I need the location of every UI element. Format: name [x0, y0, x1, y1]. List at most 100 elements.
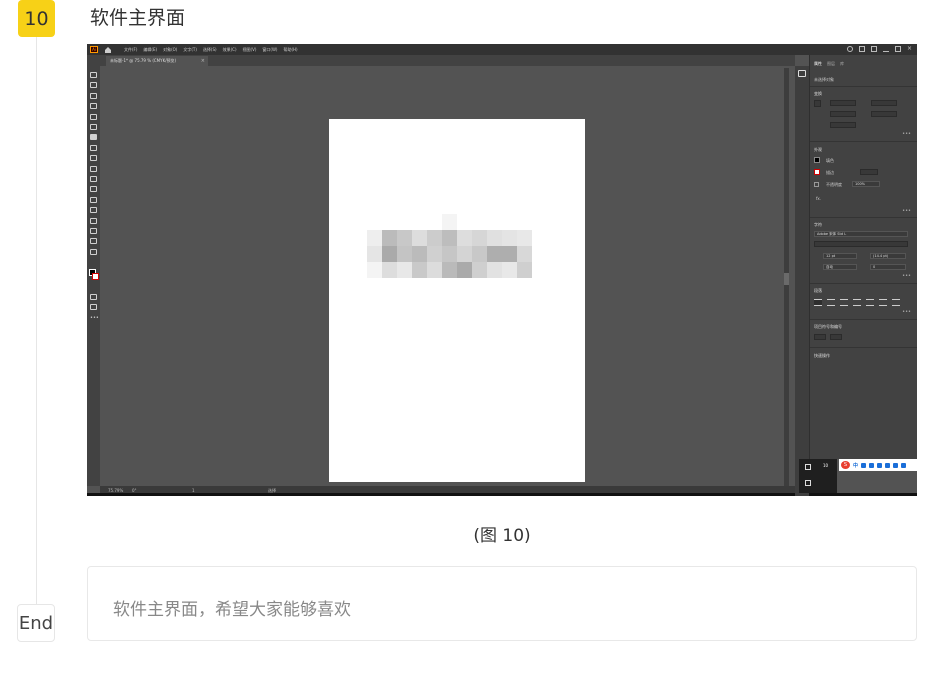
keyboard-icon[interactable] — [877, 462, 883, 468]
search-icon[interactable] — [847, 46, 853, 52]
numbering-icon[interactable] — [830, 334, 842, 340]
tab-properties[interactable]: 属性 — [814, 61, 822, 70]
tab-layers[interactable]: 图层 — [827, 61, 835, 70]
ime-toolbar: S 中 — [839, 459, 917, 471]
document-tabbar: 未标题-1* @ 75.79 % (CMYK/预览) × — [87, 55, 795, 66]
justify-right-icon[interactable] — [879, 299, 887, 306]
opacity-field[interactable]: 100% — [852, 181, 880, 187]
kerning-field[interactable]: 自动 — [823, 264, 857, 270]
menu-object[interactable]: 对象(O) — [163, 47, 177, 53]
draw-mode-icon[interactable] — [90, 294, 97, 300]
y-field[interactable] — [830, 111, 856, 117]
step-number-badge: 10 — [18, 0, 55, 37]
justify-left-icon[interactable] — [853, 299, 861, 306]
stroke-color-swatch[interactable] — [814, 169, 820, 175]
menu-select[interactable]: 选择(S) — [203, 47, 217, 53]
mosaic-cell — [382, 246, 397, 262]
zoom-tool-icon[interactable] — [90, 238, 97, 244]
swap-colors-icon[interactable] — [90, 249, 97, 255]
mosaic-cell — [412, 214, 427, 230]
type-tool-icon[interactable] — [90, 134, 97, 140]
font-family-select[interactable]: Adobe 宋体 Std L — [814, 231, 908, 237]
bullets-icon[interactable] — [814, 334, 826, 340]
punctuation-icon[interactable] — [861, 462, 867, 468]
fill-color-swatch[interactable] — [814, 157, 820, 163]
font-style-select[interactable] — [814, 241, 908, 247]
direct-selection-tool-icon[interactable] — [90, 82, 97, 88]
mosaic-cell — [487, 214, 502, 230]
blend-tool-icon[interactable] — [90, 197, 97, 203]
microphone-icon[interactable] — [869, 462, 875, 468]
menu-view[interactable]: 视图(V) — [243, 47, 257, 53]
toolbox-icon[interactable] — [893, 462, 899, 468]
eyedropper-tool-icon[interactable] — [90, 186, 97, 192]
paintbrush-tool-icon[interactable] — [90, 124, 97, 130]
menu-edit[interactable]: 编辑(E) — [143, 47, 157, 53]
screen-mode-icon[interactable] — [90, 304, 97, 310]
home-icon[interactable] — [104, 46, 112, 53]
opacity-checkbox[interactable] — [814, 182, 819, 187]
scrollbar-thumb[interactable] — [784, 273, 789, 285]
paragraph-more-icon[interactable]: ••• — [902, 309, 911, 315]
menu-effect[interactable]: 效果(C) — [223, 47, 237, 53]
fx-icon[interactable]: fx. — [816, 196, 821, 201]
stroke-swatch[interactable] — [92, 273, 99, 280]
selection-tool-icon[interactable] — [90, 72, 97, 78]
artboard-tool-icon[interactable] — [90, 218, 97, 224]
image-icon[interactable] — [805, 480, 811, 486]
edit-toolbar-icon[interactable]: ••• — [90, 316, 99, 322]
symbol-sprayer-tool-icon[interactable] — [90, 207, 97, 213]
appearance-more-icon[interactable]: ••• — [902, 208, 911, 214]
rotate-tool-icon[interactable] — [90, 145, 97, 151]
document-tab[interactable]: 未标题-1* @ 75.79 % (CMYK/预览) × — [106, 56, 208, 66]
font-size-field[interactable]: 12 pt — [823, 253, 857, 259]
workspace-icon[interactable] — [859, 46, 865, 52]
canvas-area[interactable] — [100, 66, 782, 486]
sogou-logo-icon[interactable]: S — [841, 461, 850, 469]
justify-all-icon[interactable] — [892, 299, 900, 306]
leading-field[interactable]: (14.4 pt) — [870, 253, 906, 259]
width-field[interactable] — [871, 100, 897, 106]
mosaic-cell — [442, 246, 457, 262]
eraser-tool-icon[interactable] — [90, 155, 97, 161]
justify-center-icon[interactable] — [866, 299, 874, 306]
menu-window[interactable]: 窗口(W) — [262, 47, 277, 53]
align-left-icon[interactable] — [814, 299, 822, 306]
rotate-field[interactable] — [830, 122, 856, 128]
stroke-weight-field[interactable] — [860, 169, 878, 175]
align-right-icon[interactable] — [840, 299, 848, 306]
note-text: 软件主界面，希望大家能够喜欢 — [113, 600, 351, 620]
curvature-tool-icon[interactable] — [90, 103, 97, 109]
mosaic-cell — [487, 230, 502, 246]
comments-icon[interactable] — [798, 70, 806, 77]
align-center-icon[interactable] — [827, 299, 835, 306]
minimize-icon[interactable] — [883, 46, 889, 52]
ime-mode-label[interactable]: 中 — [853, 462, 858, 469]
menu-file[interactable]: 文件(F) — [124, 47, 137, 53]
close-icon[interactable]: × — [907, 46, 913, 52]
tab-libraries[interactable]: 库 — [840, 61, 844, 70]
shape-builder-tool-icon[interactable] — [90, 166, 97, 172]
menu-type[interactable]: 文字(T) — [183, 47, 197, 53]
transform-more-icon[interactable]: ••• — [902, 131, 911, 137]
gradient-tool-icon[interactable] — [90, 176, 97, 182]
reference-point-icon[interactable] — [814, 100, 821, 107]
arrange-icon[interactable] — [871, 46, 877, 52]
artboard[interactable] — [329, 119, 585, 482]
height-field[interactable] — [871, 111, 897, 117]
vertical-scrollbar[interactable] — [784, 68, 789, 488]
character-more-icon[interactable]: ••• — [902, 273, 911, 279]
menu-grid-icon[interactable] — [901, 462, 907, 468]
lock-icon[interactable] — [805, 464, 811, 470]
hand-tool-icon[interactable] — [90, 228, 97, 234]
pen-tool-icon[interactable] — [90, 93, 97, 99]
taskbar-strip — [87, 493, 917, 496]
close-tab-icon[interactable]: × — [201, 58, 205, 64]
tracking-field[interactable]: 0 — [870, 264, 906, 270]
x-field[interactable] — [830, 100, 856, 106]
rectangle-tool-icon[interactable] — [90, 114, 97, 120]
maximize-icon[interactable] — [895, 46, 901, 52]
mosaic-cell — [502, 230, 517, 246]
menu-help[interactable]: 帮助(H) — [283, 47, 297, 53]
skin-icon[interactable] — [885, 462, 891, 468]
